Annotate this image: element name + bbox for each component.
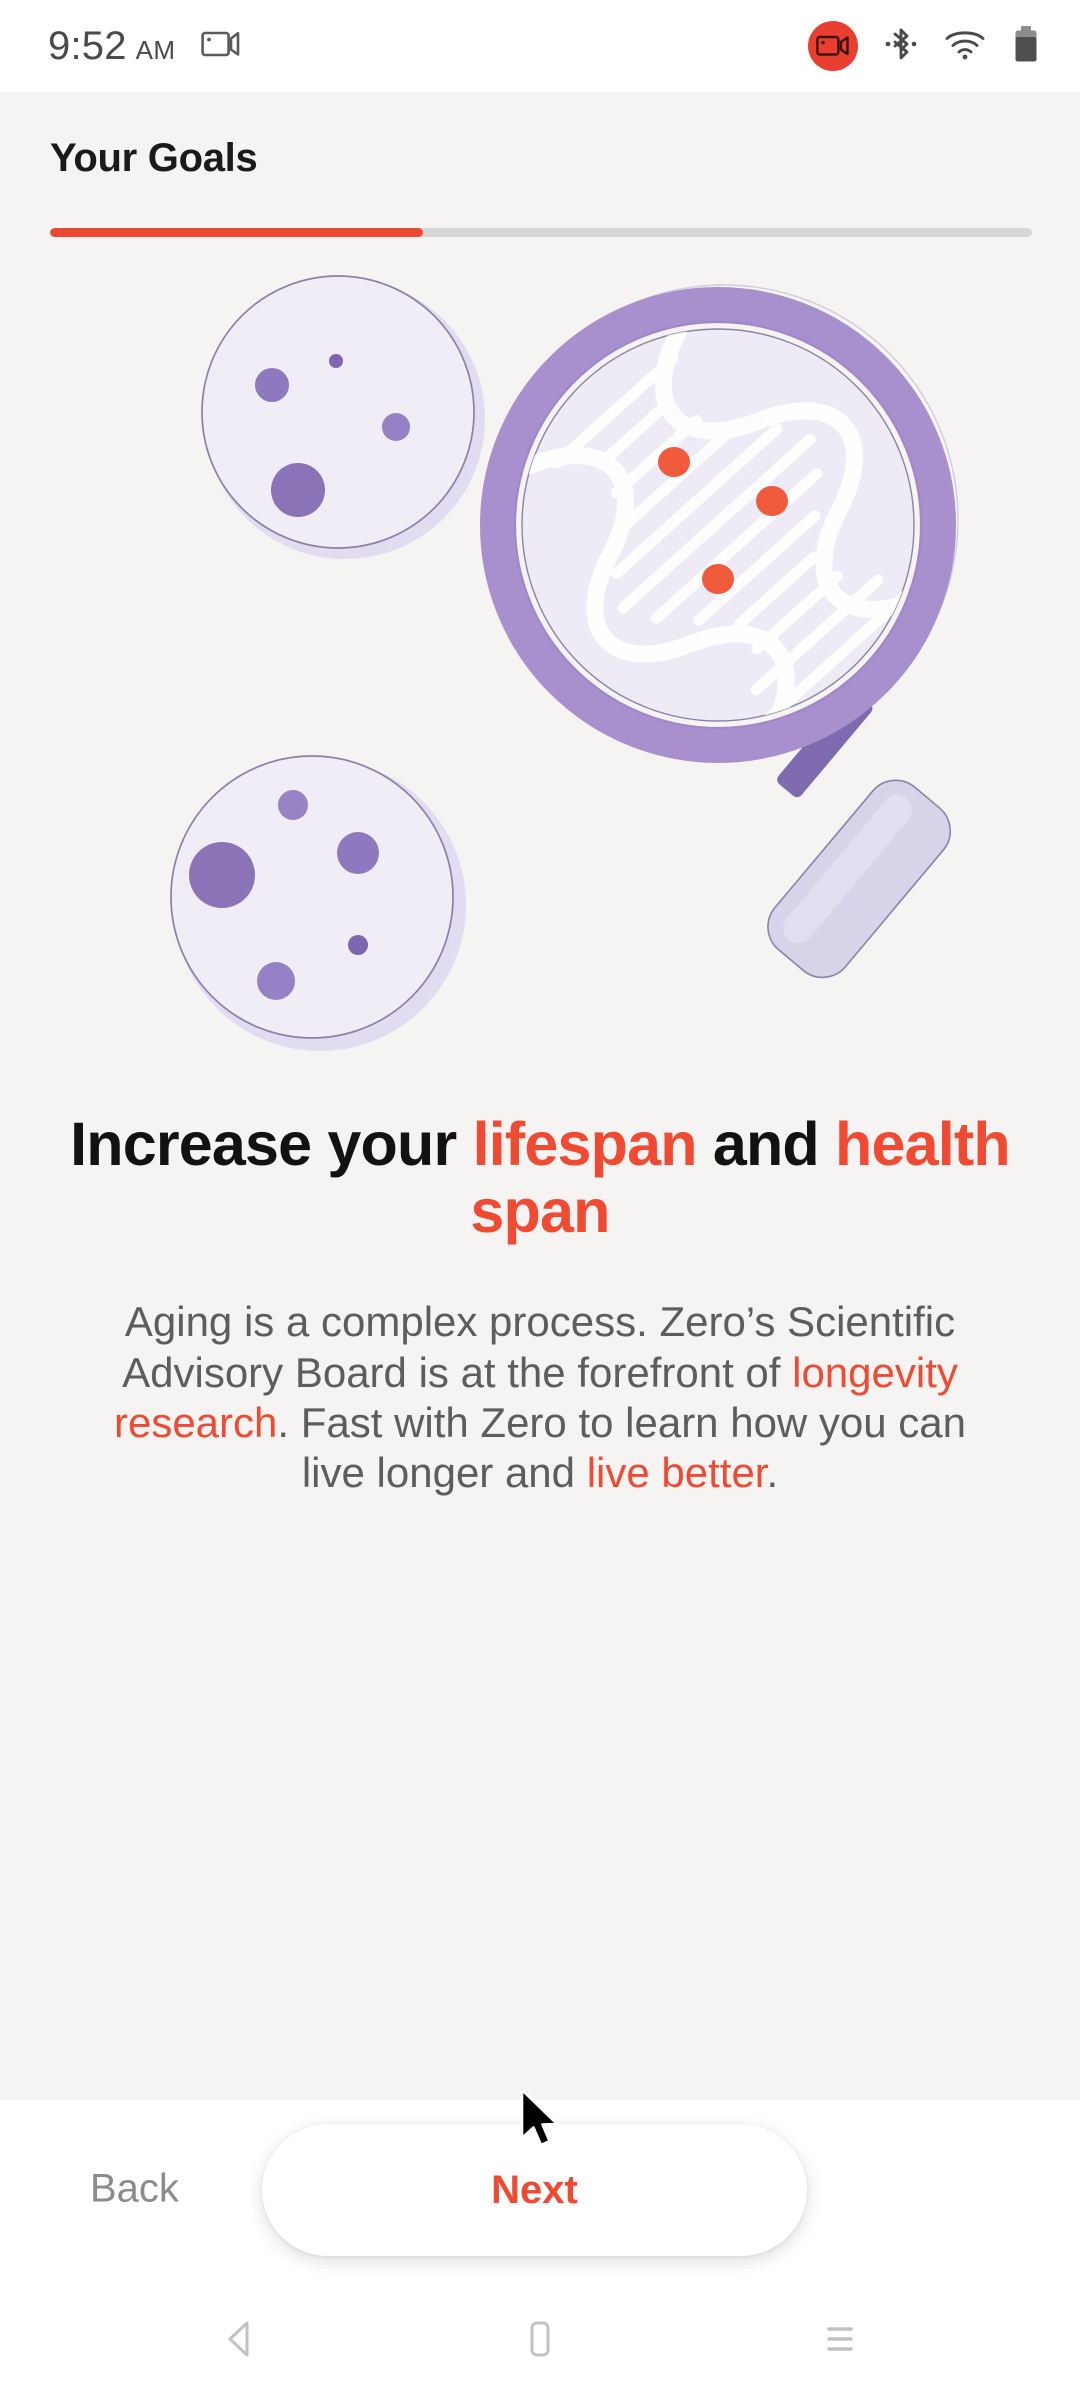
- body-paragraph: Aging is a complex process. Zero’s Scien…: [0, 1297, 1080, 1499]
- status-bar: 9:52 AM: [0, 0, 1080, 92]
- wifi-icon: [944, 28, 986, 65]
- body-text-3: .: [766, 1449, 779, 1497]
- onboarding-progress-bar: [50, 228, 1032, 237]
- page-title: Your Goals: [50, 136, 258, 180]
- headline-part-2: and: [696, 1110, 836, 1178]
- screen-recording-badge-icon: [808, 21, 858, 71]
- status-bar-left: 9:52 AM: [48, 24, 241, 69]
- screen-header: Your Goals: [0, 92, 1080, 237]
- petri-dish-top: [201, 275, 485, 559]
- nav-recents-icon[interactable]: [780, 2294, 900, 2384]
- petri-dish-bottom: [170, 755, 466, 1051]
- hero-illustration: [0, 267, 1080, 1097]
- onboarding-content: Your Goals Increase your lifespan and he…: [0, 92, 1080, 2100]
- bluetooth-icon: [884, 24, 918, 69]
- next-button[interactable]: Next: [262, 2124, 807, 2256]
- magnifier: [480, 284, 959, 979]
- body-accent-live-better: live better: [586, 1449, 767, 1497]
- headline-accent-lifespan: lifespan: [472, 1110, 698, 1178]
- android-navigation-bar: [0, 2278, 1080, 2400]
- headline: Increase your lifespan and health span: [0, 1110, 1080, 1245]
- status-time: 9:52: [48, 23, 127, 68]
- back-button[interactable]: Back: [80, 2153, 189, 2226]
- video-camera-icon: [201, 29, 241, 64]
- nav-home-icon[interactable]: [480, 2294, 600, 2384]
- onboarding-footer: Back Next: [0, 2100, 1080, 2278]
- status-ampm: AM: [135, 34, 176, 65]
- battery-icon: [1012, 24, 1040, 69]
- phone-screen: 9:52 AM Your Goals Increase your lifespa…: [0, 0, 1080, 2400]
- status-bar-right: [808, 21, 1040, 71]
- petri-dishes-and-magnifier-illustration: [170, 275, 959, 1051]
- status-clock: 9:52 AM: [48, 24, 175, 69]
- nav-back-icon[interactable]: [180, 2294, 300, 2384]
- progress-bar-fill: [50, 228, 424, 237]
- headline-part-1: Increase your: [70, 1110, 473, 1178]
